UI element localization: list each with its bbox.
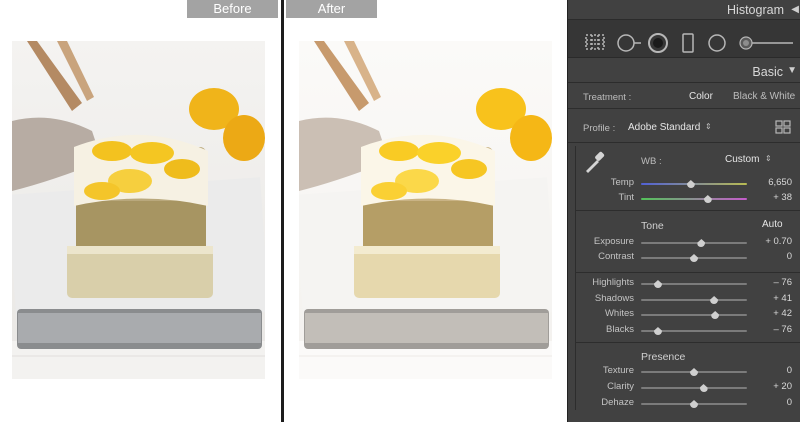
before-after-view: Before After [0, 0, 567, 422]
slider-track-highlights[interactable] [641, 280, 747, 288]
treatment-color-option[interactable]: Color [689, 91, 713, 102]
slider-value-temp[interactable]: 6,650 [768, 177, 792, 188]
slider-value-tint[interactable]: + 38 [773, 192, 792, 203]
slider-label-temp: Temp [610, 177, 634, 188]
collapse-down-icon[interactable]: ▼ [787, 65, 797, 76]
view-divider [281, 0, 284, 422]
tone-auto-button[interactable]: Auto [762, 219, 783, 230]
slider-value-shadows[interactable]: + 41 [773, 293, 792, 304]
wb-left-rule [575, 146, 576, 210]
presence-title: Presence [641, 351, 686, 363]
basic-title: Basic [752, 65, 783, 79]
profile-separator [568, 142, 800, 143]
radial-filter-icon[interactable] [707, 33, 727, 56]
slider-value-exposure[interactable]: + 0.70 [765, 236, 792, 247]
before-label: Before [187, 0, 278, 18]
before-photo-image [12, 41, 265, 379]
slider-track-temp[interactable] [641, 180, 747, 188]
slider-value-blacks[interactable]: – 76 [774, 324, 793, 335]
red-eye-icon[interactable] [647, 33, 669, 57]
collapse-left-icon[interactable]: ◀ [791, 4, 799, 15]
slider-track-shadows[interactable] [641, 296, 747, 304]
slider-label-highlights: Highlights [592, 277, 634, 288]
slider-track-whites[interactable] [641, 311, 747, 319]
panel-left-rule [575, 210, 576, 410]
slider-label-texture: Texture [602, 365, 634, 376]
slider-value-texture[interactable]: 0 [787, 365, 792, 376]
slider-label-dehaze: Dehaze [601, 397, 634, 408]
spot-removal-icon[interactable] [616, 33, 642, 56]
profile-dropdown-icon[interactable]: ⇕ [705, 122, 712, 131]
profile-value[interactable]: Adobe Standard [628, 122, 700, 133]
slider-value-highlights[interactable]: – 76 [774, 277, 793, 288]
slider-track-tint[interactable] [641, 195, 747, 203]
slider-track-dehaze[interactable] [641, 400, 747, 408]
treatment-label: Treatment : [583, 92, 632, 103]
slider-value-dehaze[interactable]: 0 [787, 397, 792, 408]
slider-track-blacks[interactable] [641, 327, 747, 335]
slider-value-contrast[interactable]: 0 [787, 251, 792, 262]
slider-label-exposure: Exposure [593, 236, 634, 247]
wb-dropdown-icon[interactable]: ⇕ [765, 154, 772, 163]
tool-strip [568, 20, 800, 58]
slider-track-exposure[interactable] [641, 239, 747, 247]
slider-label-whites: Whites [604, 308, 634, 319]
before-photo[interactable] [12, 41, 265, 379]
adjustment-brush-icon[interactable] [738, 33, 794, 56]
slider-value-whites[interactable]: + 42 [773, 308, 792, 319]
slider-label-contrast: Contrast [598, 251, 634, 262]
treatment-bw-option[interactable]: Black & White [733, 91, 795, 102]
slider-track-contrast[interactable] [641, 254, 747, 262]
slider-label-clarity: Clarity [607, 381, 634, 392]
tone-title: Tone [641, 220, 664, 232]
slider-track-clarity[interactable] [641, 384, 747, 392]
after-photo[interactable] [299, 41, 552, 379]
wb-value[interactable]: Custom [725, 154, 759, 165]
crop-overlay-icon[interactable] [584, 33, 606, 54]
profile-label: Profile : [583, 123, 616, 134]
tone-separator [575, 272, 800, 273]
slider-label-blacks: Blacks [606, 324, 634, 335]
histogram-title: Histogram [727, 3, 784, 17]
slider-track-texture[interactable] [641, 368, 747, 376]
after-label: After [286, 0, 377, 18]
presence-separator [575, 342, 800, 343]
wb-separator [575, 210, 800, 211]
treatment-separator [568, 108, 800, 109]
slider-value-clarity[interactable]: + 20 [773, 381, 792, 392]
slider-label-tint: Tint [618, 192, 634, 203]
basic-header[interactable]: Basic ▼ [568, 59, 800, 83]
graduated-filter-icon[interactable] [681, 33, 695, 56]
wb-label: WB : [641, 156, 662, 167]
after-photo-image [299, 41, 552, 379]
histogram-header[interactable]: Histogram ◀ [568, 0, 800, 20]
slider-label-shadows: Shadows [594, 293, 634, 304]
eyedropper-icon[interactable] [582, 149, 608, 180]
grid-icon[interactable] [775, 120, 791, 139]
